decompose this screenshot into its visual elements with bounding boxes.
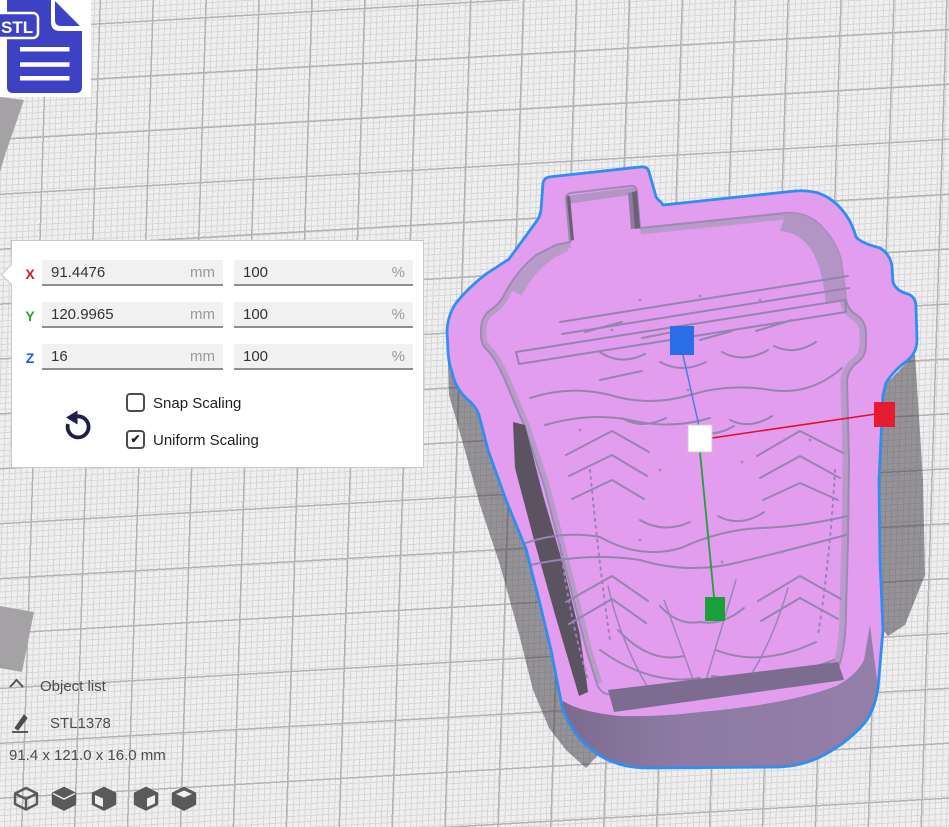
svg-text:STL: STL xyxy=(1,18,33,37)
